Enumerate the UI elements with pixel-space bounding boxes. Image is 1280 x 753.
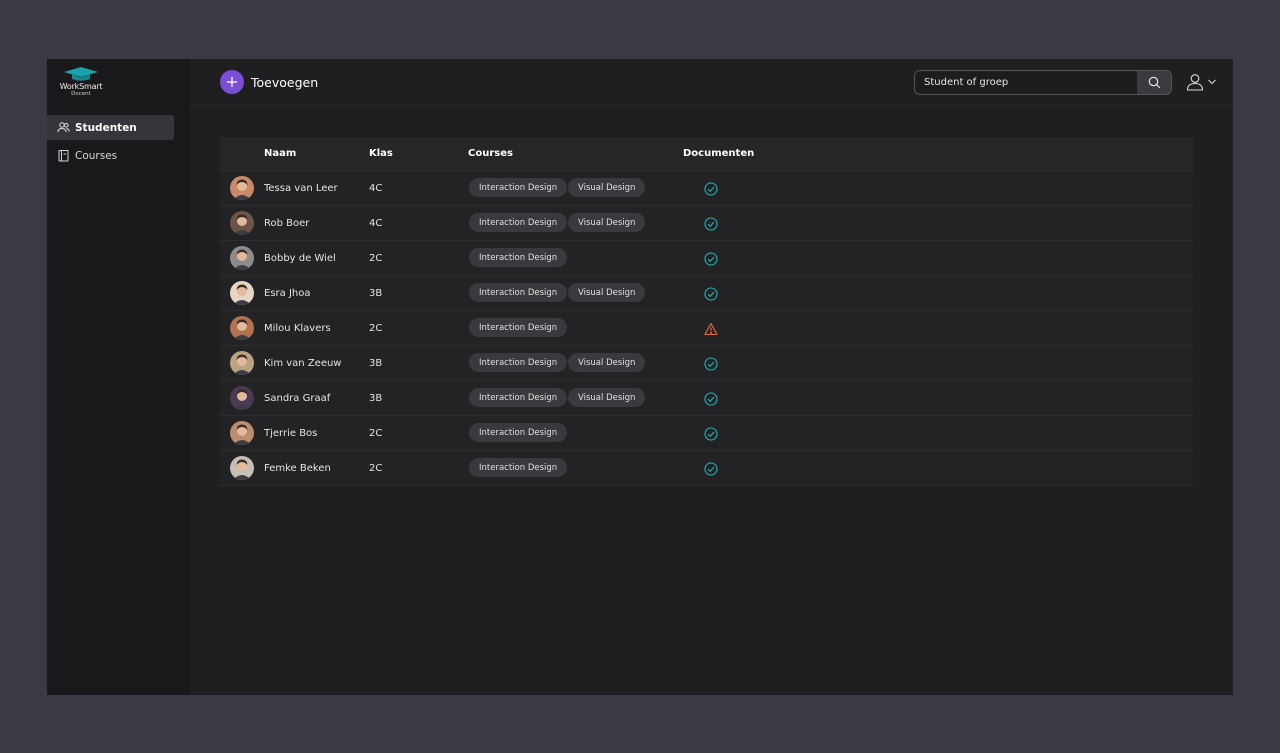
table-row[interactable]: Rob Boer 4C Interaction Design Visual Desig… [220,206,1193,241]
student-klas: 2C [369,323,383,334]
avatar[interactable] [230,281,254,305]
check-circle-icon[interactable] [704,356,718,371]
table-row[interactable]: Tessa van Leer 4C Interaction Design Visual… [220,171,1193,206]
sidebar-item-studenten[interactable]: Studenten [47,115,174,140]
students-table: Naam Klas Courses Documenten Tessa van L… [220,137,1193,486]
course-chip[interactable]: Interaction Design [469,388,568,407]
student-klas: 3B [369,358,383,369]
course-chip[interactable]: Interaction Design [469,458,568,477]
users-icon [57,121,70,134]
book-icon [57,149,70,162]
user-icon [1186,74,1204,91]
sidebar: WorkSmart Docent Studenten Courses [47,59,190,695]
avatar[interactable] [230,456,254,480]
student-name[interactable]: Sandra Graaf [264,393,330,404]
user-menu[interactable] [1186,72,1218,92]
table-row[interactable]: Bobby de Wiel 2C Interaction Design [220,241,1193,276]
table-row[interactable]: Tjerrie Bos 2C Interaction Design [220,416,1193,451]
course-chip[interactable]: Interaction Design [469,248,568,267]
student-klas: 2C [369,428,383,439]
course-chip[interactable]: Visual Design [568,283,646,302]
course-chip[interactable]: Visual Design [568,178,646,197]
table-row[interactable]: Esra Jhoa 3B Interaction Design Visual Desi… [220,276,1193,311]
search-button[interactable] [1137,71,1171,94]
header-divider [190,105,1233,106]
check-circle-icon[interactable] [704,286,718,301]
course-chip[interactable]: Interaction Design [469,423,568,442]
check-circle-icon[interactable] [704,181,718,196]
app-window: WorkSmart Docent Studenten Courses Toevo… [47,59,1233,695]
course-chip[interactable]: Interaction Design [469,353,568,372]
avatar[interactable] [230,351,254,375]
sidebar-item-courses[interactable]: Courses [47,143,174,168]
logo[interactable]: WorkSmart Docent [57,66,105,100]
course-chip[interactable]: Visual Design [568,213,646,232]
check-circle-icon[interactable] [704,216,718,231]
check-circle-icon[interactable] [704,391,718,406]
student-name[interactable]: Tjerrie Bos [264,428,317,439]
check-circle-icon[interactable] [704,461,718,476]
table-row[interactable]: Milou Klavers 2C Interaction Design [220,311,1193,346]
table-body: Tessa van Leer 4C Interaction Design Visual… [220,171,1193,486]
add-button[interactable]: Toevoegen [220,70,318,94]
sidebar-item-label: Courses [75,149,118,162]
student-klas: 3B [369,393,383,404]
warning-icon[interactable] [704,321,718,336]
course-chip[interactable]: Interaction Design [469,283,568,302]
add-button-label: Toevoegen [251,74,319,90]
column-header-courses[interactable]: Courses [468,148,513,159]
student-name[interactable]: Milou Klavers [264,323,331,334]
column-header-documenten[interactable]: Documenten [683,148,754,159]
graduation-cap-icon [64,67,98,81]
student-klas: 4C [369,183,383,194]
table-row[interactable]: Sandra Graaf 3B Interaction Design Visual D… [220,381,1193,416]
course-chip[interactable]: Interaction Design [469,178,568,197]
avatar[interactable] [230,421,254,445]
student-klas: 2C [369,463,383,474]
column-header-klas[interactable]: Klas [369,148,393,159]
student-name[interactable]: Bobby de Wiel [264,253,336,264]
student-name[interactable]: Rob Boer [264,218,309,229]
course-chip[interactable]: Visual Design [568,353,646,372]
search-box [914,70,1172,95]
avatar[interactable] [230,176,254,200]
course-chip[interactable]: Interaction Design [469,318,568,337]
sidebar-item-label: Studenten [75,121,137,134]
search-input[interactable] [915,71,1139,94]
student-name[interactable]: Kim van Zeeuw [264,358,342,369]
search-icon [1148,76,1160,89]
plus-icon [220,70,244,94]
table-row[interactable]: Femke Beken 2C Interaction Design [220,451,1193,486]
brand-name: WorkSmart [59,82,103,91]
student-klas: 4C [369,218,383,229]
table-header-row: Naam Klas Courses Documenten [220,137,1193,171]
brand-subtitle: Docent [71,91,91,97]
course-chip[interactable]: Visual Design [568,388,646,407]
table-row[interactable]: Kim van Zeeuw 3B Interaction Design Visual … [220,346,1193,381]
avatar[interactable] [230,211,254,235]
student-name[interactable]: Tessa van Leer [264,183,338,194]
avatar[interactable] [230,316,254,340]
check-circle-icon[interactable] [704,426,718,441]
chevron-down-icon [1208,79,1216,85]
student-klas: 3B [369,288,383,299]
check-circle-icon[interactable] [704,251,718,266]
avatar[interactable] [230,386,254,410]
student-klas: 2C [369,253,383,264]
avatar[interactable] [230,246,254,270]
student-name[interactable]: Esra Jhoa [264,288,310,299]
student-name[interactable]: Femke Beken [264,463,331,474]
course-chip[interactable]: Interaction Design [469,213,568,232]
column-header-naam[interactable]: Naam [264,148,296,159]
